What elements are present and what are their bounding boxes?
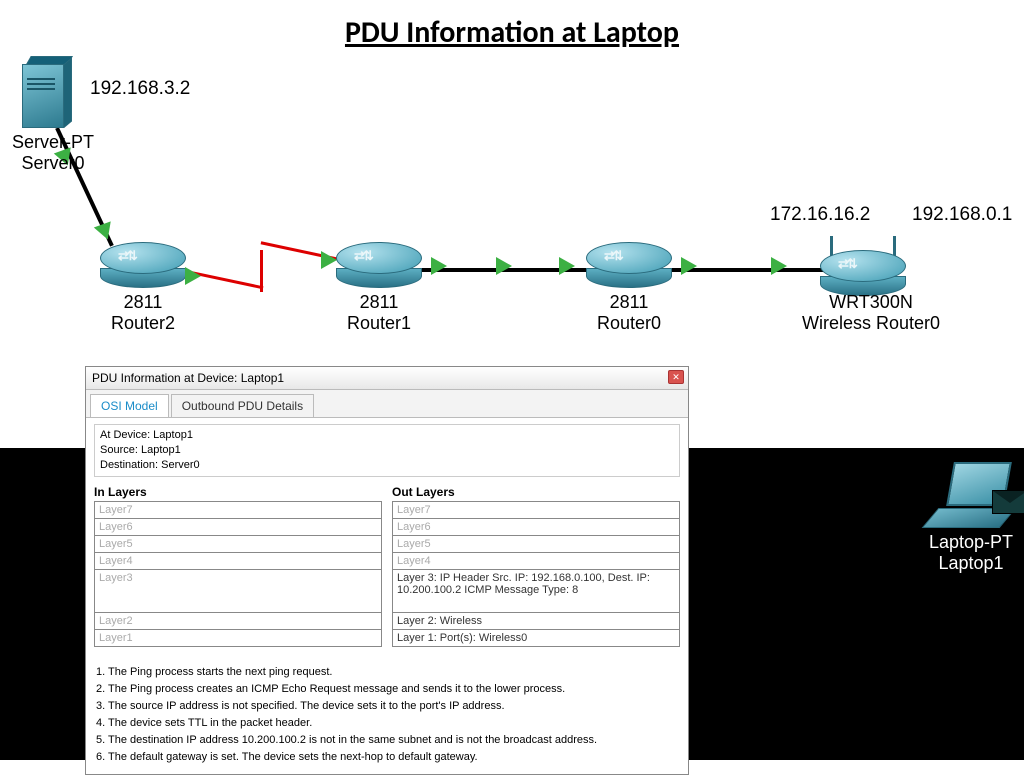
tab-osi-model[interactable]: OSI Model — [90, 394, 169, 417]
server-ip: 192.168.3.2 — [90, 78, 190, 100]
wireless-router-label: WRT300NWireless Router0 — [786, 292, 956, 334]
in-layer7[interactable]: Layer7 — [94, 501, 382, 519]
in-layer4[interactable]: Layer4 — [94, 552, 382, 570]
laptop-label: Laptop-PTLaptop1 — [906, 532, 1024, 574]
router1-icon[interactable]: ⇄⇅ — [336, 242, 422, 288]
in-layer5[interactable]: Layer5 — [94, 535, 382, 553]
out-layer7[interactable]: Layer7 — [392, 501, 680, 519]
wr-ip-right: 192.168.0.1 — [912, 204, 1012, 226]
tab-outbound-pdu[interactable]: Outbound PDU Details — [171, 394, 314, 417]
pdu-window-title: PDU Information at Device: Laptop1 — [92, 371, 284, 385]
out-layer4[interactable]: Layer4 — [392, 552, 680, 570]
envelope-icon — [992, 490, 1024, 514]
wr-ip-left: 172.16.16.2 — [770, 204, 870, 226]
router0-icon[interactable]: ⇄⇅ — [586, 242, 672, 288]
pdu-dialog: PDU Information at Device: Laptop1 ✕ OSI… — [85, 366, 689, 775]
in-layer1[interactable]: Layer1 — [94, 629, 382, 647]
in-layers: In Layers Layer7 Layer6 Layer5 Layer4 La… — [94, 483, 382, 646]
out-layer3[interactable]: Layer 3: IP Header Src. IP: 192.168.0.10… — [392, 569, 680, 613]
page-title: PDU Information at Laptop — [0, 14, 1024, 51]
out-layers: Out Layers Layer7 Layer6 Layer5 Layer4 L… — [392, 483, 680, 646]
laptop-icon[interactable] — [930, 462, 1020, 528]
out-layer6[interactable]: Layer6 — [392, 518, 680, 536]
in-layer6[interactable]: Layer6 — [94, 518, 382, 536]
wireless-router-icon[interactable]: ⇄⇅ — [820, 238, 906, 296]
server-label: Server-PTServer0 — [0, 132, 112, 174]
pdu-titlebar[interactable]: PDU Information at Device: Laptop1 ✕ — [86, 367, 688, 390]
in-layer3[interactable]: Layer3 — [94, 569, 382, 613]
server-icon[interactable] — [22, 56, 72, 128]
router1-label: 2811Router1 — [332, 292, 426, 334]
pdu-info: At Device: Laptop1 Source: Laptop1 Desti… — [94, 424, 680, 477]
out-layer5[interactable]: Layer5 — [392, 535, 680, 553]
router2-icon[interactable]: ⇄⇅ — [100, 242, 186, 288]
pdu-steps: 1. The Ping process starts the next ping… — [86, 656, 688, 774]
router2-label: 2811Router2 — [96, 292, 190, 334]
router0-label: 2811Router0 — [582, 292, 676, 334]
out-layer1[interactable]: Layer 1: Port(s): Wireless0 — [392, 629, 680, 647]
in-layer2[interactable]: Layer2 — [94, 612, 382, 630]
out-layer2[interactable]: Layer 2: Wireless — [392, 612, 680, 630]
close-icon[interactable]: ✕ — [668, 370, 684, 384]
